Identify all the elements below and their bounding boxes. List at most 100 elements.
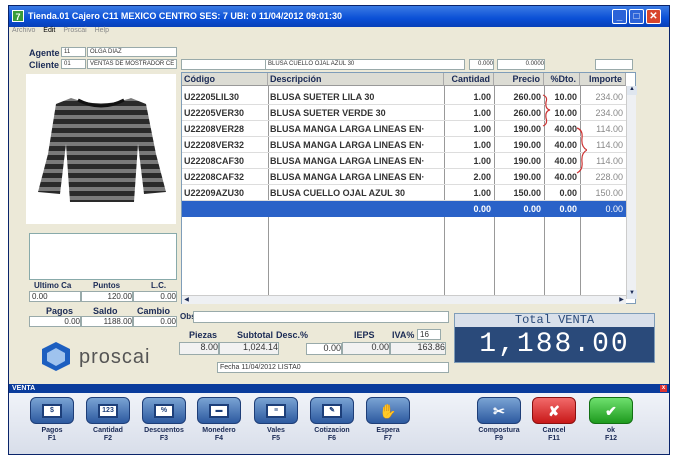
total-importe: 0.00 (605, 204, 623, 214)
cotizacion-button[interactable]: ✎ (310, 397, 354, 424)
col-dto[interactable]: %Dto. (544, 73, 580, 86)
piezas-label: Piezas (189, 330, 218, 340)
ieps-label: IEPS (354, 330, 375, 340)
espera-button[interactable]: ✋ (366, 397, 410, 424)
code-entry[interactable] (181, 59, 271, 70)
venta-close-icon[interactable]: x (660, 385, 667, 392)
maximize-icon[interactable]: □ (629, 9, 644, 24)
table-cell: 1.00 (444, 89, 494, 105)
extra-field[interactable] (595, 59, 633, 70)
cancel-button[interactable]: ✘ (532, 397, 576, 424)
logo-text: proscai (79, 346, 151, 368)
menu-edit[interactable]: Edit (43, 27, 55, 34)
total-label: Total VENTA (455, 314, 654, 327)
col-cantidad[interactable]: Cantidad (444, 73, 494, 86)
fecha-field: Fecha 11/04/2012 LISTA0 (217, 362, 449, 373)
desc-label: Desc.% (276, 330, 309, 340)
obs-input[interactable] (193, 311, 449, 323)
monedero-button[interactable]: ▬ (197, 397, 241, 424)
menu-proscai[interactable]: Proscai (63, 27, 86, 34)
table-cell: 1.00 (444, 137, 494, 153)
table-cell: U22208VER28 (182, 121, 268, 137)
cliente-code[interactable]: 01 (61, 59, 86, 69)
table-cell: BLUSA MANGA LARGA LINEAS EN· (268, 137, 444, 153)
menu-help[interactable]: Help (95, 27, 109, 34)
notes-box (29, 233, 177, 280)
percent-icon: % (154, 404, 174, 418)
ultimo-ca-label: Ultimo Ca (34, 281, 72, 290)
card-icon: ▬ (209, 404, 229, 418)
menu-bar: Archivo Edit Proscai Help (9, 27, 669, 37)
agente-code[interactable]: 11 (61, 47, 86, 57)
saldo-label: Saldo (93, 306, 118, 316)
table-cell: BLUSA MANGA LARGA LINEAS EN· (268, 121, 444, 137)
table-cell: U22205VER30 (182, 105, 268, 121)
scroll-up-icon[interactable]: ▲ (627, 86, 637, 95)
col-descripcion[interactable]: Descripción (268, 73, 444, 86)
compostura-button[interactable]: ✂ (477, 397, 521, 424)
selected-row[interactable]: 0.00 0.00 0.00 0.00 (182, 201, 626, 217)
button-label: ok F12 (576, 427, 646, 443)
table-cell: BLUSA MANGA LARGA LINEAS EN· (268, 169, 444, 185)
pos-window: 7 Tienda.01 Cajero C11 MEXICO CENTRO SES… (8, 5, 670, 455)
col-codigo[interactable]: Código (182, 73, 268, 86)
button-key-text: F7 (383, 435, 393, 442)
table-cell: 1.00 (444, 185, 494, 201)
table-cell: BLUSA CUELLO OJAL AZUL 30 (268, 185, 444, 201)
ok-button[interactable]: ✔ (589, 397, 633, 424)
hand-icon: ✋ (379, 403, 397, 419)
scroll-left-icon[interactable]: ◀ (182, 296, 191, 304)
button-label-text: Espera (376, 427, 400, 434)
horizontal-scrollbar[interactable]: ◀ ▶ (182, 295, 626, 304)
total-panel: Total VENTA 1,188.00 (454, 313, 655, 363)
puntos-label: Puntos (93, 281, 121, 290)
agente-name[interactable]: OLGA DIAZ (87, 47, 177, 57)
cliente-label: Cliente (29, 60, 60, 70)
button-label-text: ok (606, 427, 616, 434)
qty-field[interactable]: 0.000 (469, 59, 494, 70)
table-cell: U22208VER32 (182, 137, 268, 153)
items-grid[interactable]: Código Descripción Cantidad Precio %Dto.… (181, 72, 637, 304)
button-key-text: F12 (604, 435, 618, 442)
table-cell: 1.00 (444, 121, 494, 137)
scissors-icon: ✂ (493, 403, 505, 419)
table-cell: 150.00 (580, 185, 626, 201)
scroll-right-icon[interactable]: ▶ (617, 296, 626, 304)
iva-value: 163.86 (390, 342, 446, 355)
minimize-icon[interactable]: _ (612, 9, 627, 24)
cantidad-button[interactable]: 123 (86, 397, 130, 424)
price-field[interactable]: 0.0000 (497, 59, 545, 70)
item-desc-field[interactable]: BLUSA CUELLO OJAL AZUL 30 (265, 59, 465, 70)
scroll-down-icon[interactable]: ▼ (627, 290, 637, 299)
descuentos-button[interactable]: % (142, 397, 186, 424)
table-row[interactable]: U22209AZU30 BLUSA CUELLO OJAL AZUL 30 1.00… (182, 185, 626, 201)
cambio-label: Cambio (137, 306, 171, 316)
logo-hexagon-icon (42, 342, 70, 371)
lc-label: L.C. (151, 281, 167, 290)
iva-label: IVA% (392, 330, 415, 340)
ultimo-ca-value: 0.00 (29, 291, 81, 302)
venta-titlebar: VENTA x (9, 384, 669, 393)
total-value: 1,188.00 (479, 329, 630, 360)
cambio-value: 0.00 (133, 316, 177, 327)
cliente-name[interactable]: VENTAS DE MOSTRADOR CE (87, 59, 177, 69)
close-icon[interactable]: ✕ (646, 9, 661, 24)
pagos-button[interactable]: $ (30, 397, 74, 424)
cancel-icon: ✘ (548, 403, 560, 419)
sweater-image (38, 98, 166, 202)
vales-button[interactable]: ≡ (254, 397, 298, 424)
table-cell: U22209AZU30 (182, 185, 268, 201)
col-importe[interactable]: Importe (580, 73, 626, 86)
voucher-icon: ≡ (266, 404, 286, 418)
vertical-scrollbar[interactable]: ▲ ▼ (626, 86, 637, 299)
window-title: Tienda.01 Cajero C11 MEXICO CENTRO SES: … (28, 11, 342, 21)
subtotal-label: Subtotal (237, 330, 273, 340)
bracket-annotations (542, 94, 587, 174)
menu-archivo[interactable]: Archivo (12, 27, 35, 34)
table-cell: U22208CAF32 (182, 169, 268, 185)
desc-value[interactable]: 0.00 (306, 343, 342, 355)
total-cantidad: 0.00 (473, 204, 491, 214)
col-precio[interactable]: Precio (494, 73, 544, 86)
app-icon: 7 (12, 10, 24, 22)
iva-rate[interactable]: 16 (417, 329, 441, 340)
